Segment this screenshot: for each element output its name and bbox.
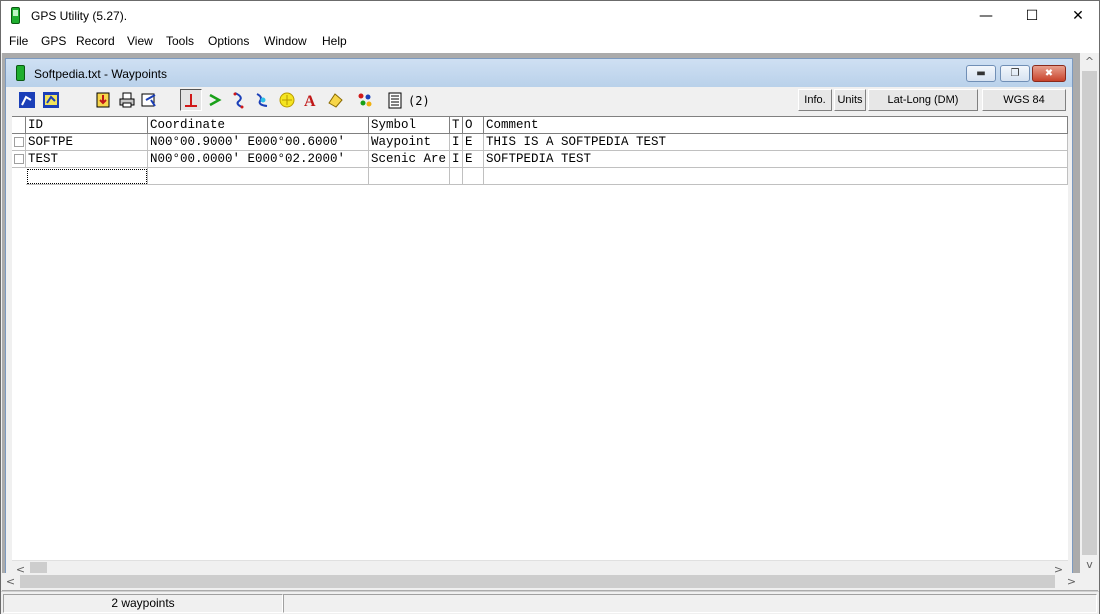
row-selector[interactable]	[12, 151, 26, 168]
cell-comment[interactable]: THIS IS A SOFTPEDIA TEST	[484, 134, 1068, 151]
print-icon[interactable]	[116, 89, 138, 111]
waypoint-grid[interactable]: ID Coordinate Symbol T O Comment SOFTPE …	[12, 116, 1068, 560]
app-window: GPS Utility (5.27). — ☐ ✕ File GPS Recor…	[0, 0, 1100, 614]
minimize-button[interactable]: —	[963, 1, 1009, 31]
menu-options[interactable]: Options	[208, 34, 249, 48]
child-minimize-button[interactable]: ▬	[966, 65, 996, 82]
column-header-id[interactable]: ID	[26, 117, 148, 134]
new-o-cell[interactable]	[463, 168, 484, 185]
menu-file[interactable]: File	[9, 34, 28, 48]
column-header-t[interactable]: T	[450, 117, 463, 134]
settings-icon[interactable]	[138, 89, 160, 111]
column-header-comment[interactable]: Comment	[484, 117, 1068, 134]
menu-bar: File GPS Record View Tools Options Windo…	[1, 31, 1099, 53]
row-selector[interactable]	[12, 134, 26, 151]
map-icon[interactable]	[252, 89, 274, 111]
horizontal-scroll-thumb[interactable]	[20, 575, 1055, 588]
waypoint-mode-icon[interactable]	[180, 89, 202, 111]
new-symbol-cell[interactable]	[369, 168, 450, 185]
scrollbar-corner	[1080, 573, 1099, 590]
waypoints-child-window: Softpedia.txt - Waypoints ▬ ❐ ✖ A (2) In…	[5, 58, 1073, 589]
menu-record[interactable]: Record	[76, 34, 115, 48]
main-vertical-scrollbar[interactable]: ^ v	[1080, 53, 1099, 573]
units-button[interactable]: Units	[834, 89, 866, 111]
status-waypoint-count: 2 waypoints	[3, 594, 283, 613]
select-routes-icon[interactable]	[40, 89, 62, 111]
table-row[interactable]: SOFTPE N00°00.9000' E000°00.6000' Waypoi…	[12, 134, 1068, 151]
child-restore-button[interactable]: ❐	[1000, 65, 1030, 82]
new-comment-cell[interactable]	[484, 168, 1068, 185]
column-header-coordinate[interactable]: Coordinate	[148, 117, 369, 134]
cell-coordinate[interactable]: N00°00.0000' E000°02.2000'	[148, 151, 369, 168]
child-close-button[interactable]: ✖	[1032, 65, 1066, 82]
table-row[interactable]: TEST N00°00.0000' E000°02.2000' Scenic A…	[12, 151, 1068, 168]
maximize-button[interactable]: ☐	[1009, 1, 1055, 31]
symbol-icon[interactable]	[354, 89, 376, 111]
datum-button[interactable]: WGS 84	[982, 89, 1066, 111]
menu-gps[interactable]: GPS	[41, 34, 66, 48]
import-icon[interactable]	[92, 89, 114, 111]
scroll-left-icon[interactable]: <	[2, 573, 19, 590]
cell-id[interactable]: TEST	[26, 151, 148, 168]
main-horizontal-scrollbar[interactable]: < >	[2, 573, 1080, 590]
cell-symbol[interactable]: Scenic Are	[369, 151, 450, 168]
window-title: GPS Utility (5.27).	[31, 9, 128, 23]
gps-app-icon	[11, 7, 20, 24]
text-icon[interactable]: A	[300, 89, 322, 111]
grid-header-row: ID Coordinate Symbol T O Comment	[12, 117, 1068, 134]
cell-o[interactable]: E	[463, 134, 484, 151]
menu-help[interactable]: Help	[322, 34, 347, 48]
new-record-row[interactable]	[12, 168, 1068, 185]
menu-window[interactable]: Window	[264, 34, 307, 48]
status-bar: 2 waypoints	[1, 591, 1099, 614]
cell-id[interactable]: SOFTPE	[26, 134, 148, 151]
select-waypoints-icon[interactable]	[16, 89, 38, 111]
cell-symbol[interactable]: Waypoint	[369, 134, 450, 151]
list-icon[interactable]	[384, 89, 406, 111]
scroll-right-icon[interactable]: >	[1063, 573, 1080, 590]
row-selector[interactable]	[12, 168, 26, 185]
close-button[interactable]: ✕	[1055, 1, 1100, 31]
cell-t[interactable]: I	[450, 134, 463, 151]
child-window-title: Softpedia.txt - Waypoints	[34, 67, 167, 81]
column-header-symbol[interactable]: Symbol	[369, 117, 450, 134]
cell-coordinate[interactable]: N00°00.9000' E000°00.6000'	[148, 134, 369, 151]
header-selector	[12, 117, 26, 134]
new-t-cell[interactable]	[450, 168, 463, 185]
new-coordinate-cell[interactable]	[148, 168, 369, 185]
child-title-bar: Softpedia.txt - Waypoints ▬ ❐ ✖	[6, 59, 1072, 87]
coord-format-button[interactable]: Lat-Long (DM)	[868, 89, 978, 111]
record-count: (2)	[408, 94, 430, 108]
svg-text:A: A	[304, 93, 316, 109]
route-mode-icon[interactable]	[204, 89, 226, 111]
scroll-up-icon[interactable]: ^	[1080, 53, 1099, 70]
cell-t[interactable]: I	[450, 151, 463, 168]
info-button[interactable]: Info.	[798, 89, 832, 111]
column-header-o[interactable]: O	[463, 117, 484, 134]
cell-o[interactable]: E	[463, 151, 484, 168]
note-icon[interactable]	[324, 89, 346, 111]
title-bar: GPS Utility (5.27). — ☐ ✕	[1, 1, 1099, 31]
position-icon[interactable]	[276, 89, 298, 111]
mdi-client-area: Softpedia.txt - Waypoints ▬ ❐ ✖ A (2) In…	[2, 53, 1098, 591]
new-id-cell[interactable]	[26, 168, 148, 185]
vertical-scroll-thumb[interactable]	[1082, 71, 1097, 555]
track-mode-icon[interactable]	[228, 89, 250, 111]
gps-doc-icon	[16, 65, 25, 81]
status-pane-empty	[283, 594, 1097, 613]
toolbar: A (2) Info. Units Lat-Long (DM) WGS 84	[12, 89, 1066, 113]
cell-comment[interactable]: SOFTPEDIA TEST	[484, 151, 1068, 168]
menu-view[interactable]: View	[127, 34, 153, 48]
menu-tools[interactable]: Tools	[166, 34, 194, 48]
scroll-down-icon[interactable]: v	[1080, 556, 1099, 573]
